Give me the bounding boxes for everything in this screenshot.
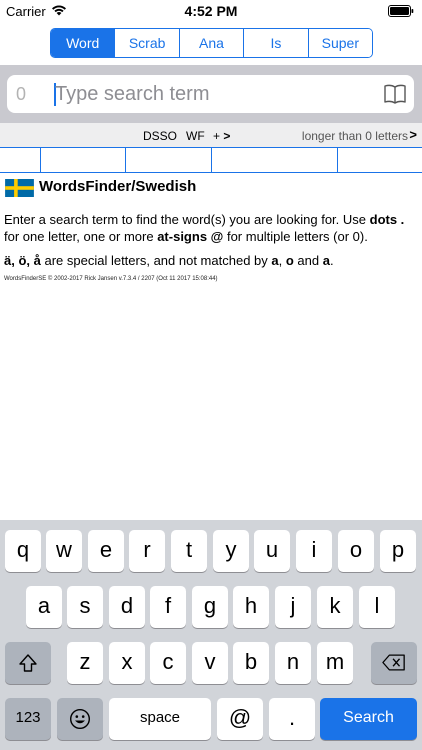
options-bar: DSSO WF + > longer than 0 letters > (0, 123, 422, 148)
key-x[interactable]: x (109, 642, 145, 684)
key-p[interactable]: p (380, 530, 416, 572)
results-header-row (0, 148, 422, 173)
wifi-icon (52, 5, 66, 16)
key-k[interactable]: k (317, 586, 353, 628)
key-v[interactable]: v (192, 642, 228, 684)
chevron-right-icon[interactable]: > (409, 127, 417, 142)
dot-key[interactable]: . (269, 698, 315, 740)
key-e[interactable]: e (88, 530, 124, 572)
key-w[interactable]: w (46, 530, 82, 572)
numbers-key[interactable]: 123 (5, 698, 51, 740)
key-c[interactable]: c (150, 642, 186, 684)
key-l[interactable]: l (359, 586, 395, 628)
backspace-icon (382, 654, 405, 671)
key-z[interactable]: z (67, 642, 103, 684)
search-input[interactable] (55, 78, 375, 110)
status-bar: Carrier 4:52 PM (0, 0, 422, 22)
info-panel: WordsFinder/Swedish Enter a search term … (4, 178, 418, 282)
emoji-key[interactable] (57, 698, 103, 740)
emoji-icon (69, 708, 91, 730)
result-count: 0 (16, 84, 27, 104)
key-m[interactable]: m (317, 642, 353, 684)
instructions-text: Enter a search term to find the word(s) … (4, 212, 405, 244)
space-key[interactable]: space (109, 698, 211, 740)
search-box[interactable]: 0 (7, 75, 414, 113)
key-b[interactable]: b (233, 642, 269, 684)
key-i[interactable]: i (296, 530, 332, 572)
key-q[interactable]: q (5, 530, 41, 572)
plus-label: + (213, 129, 221, 143)
special-letters-text: ä, ö, å are special letters, and not mat… (4, 253, 334, 268)
segment-word[interactable]: Word (51, 29, 115, 57)
dsso-option[interactable]: DSSO (143, 129, 177, 143)
segment-super[interactable]: Super (307, 29, 372, 57)
carrier-label: Carrier (6, 4, 46, 19)
search-key[interactable]: Search (320, 698, 417, 740)
shift-icon (19, 654, 37, 672)
key-h[interactable]: h (233, 586, 269, 628)
segment-is[interactable]: Is (243, 29, 308, 57)
at-key[interactable]: @ (217, 698, 263, 740)
key-n[interactable]: n (275, 642, 311, 684)
length-filter-label[interactable]: longer than 0 letters (302, 129, 408, 143)
segment-ana[interactable]: Ana (178, 29, 244, 57)
battery-icon (388, 5, 414, 17)
shift-key[interactable] (5, 642, 51, 684)
app-title: WordsFinder/Swedish (39, 178, 197, 195)
chevron-right-icon: > (223, 129, 231, 143)
key-s[interactable]: s (67, 586, 103, 628)
wf-option[interactable]: WF (186, 129, 205, 143)
search-mode-segmented-control: Word Scrab Ana Is Super (50, 28, 373, 58)
keyboard: q w e r t y u i o p a s d f g h j k l z … (0, 520, 422, 750)
key-g[interactable]: g (192, 586, 228, 628)
key-o[interactable]: o (338, 530, 374, 572)
column-divider (337, 148, 338, 172)
key-t[interactable]: t (171, 530, 207, 572)
key-r[interactable]: r (129, 530, 165, 572)
search-bar-area: 0 (0, 65, 422, 123)
key-d[interactable]: d (109, 586, 145, 628)
key-y[interactable]: y (213, 530, 249, 572)
key-a[interactable]: a (26, 586, 62, 628)
key-j[interactable]: j (275, 586, 311, 628)
swedish-flag-icon (5, 179, 34, 197)
segment-scrab[interactable]: Scrab (114, 29, 179, 57)
key-f[interactable]: f (150, 586, 186, 628)
delete-key[interactable] (371, 642, 417, 684)
more-options-button[interactable]: + > (213, 129, 230, 143)
book-icon[interactable] (383, 82, 407, 106)
key-u[interactable]: u (254, 530, 290, 572)
column-divider (211, 148, 212, 172)
column-divider (40, 148, 41, 172)
copyright-text: WordsFinderSE © 2002-2017 Rick Jansen v.… (4, 276, 218, 282)
column-divider (125, 148, 126, 172)
